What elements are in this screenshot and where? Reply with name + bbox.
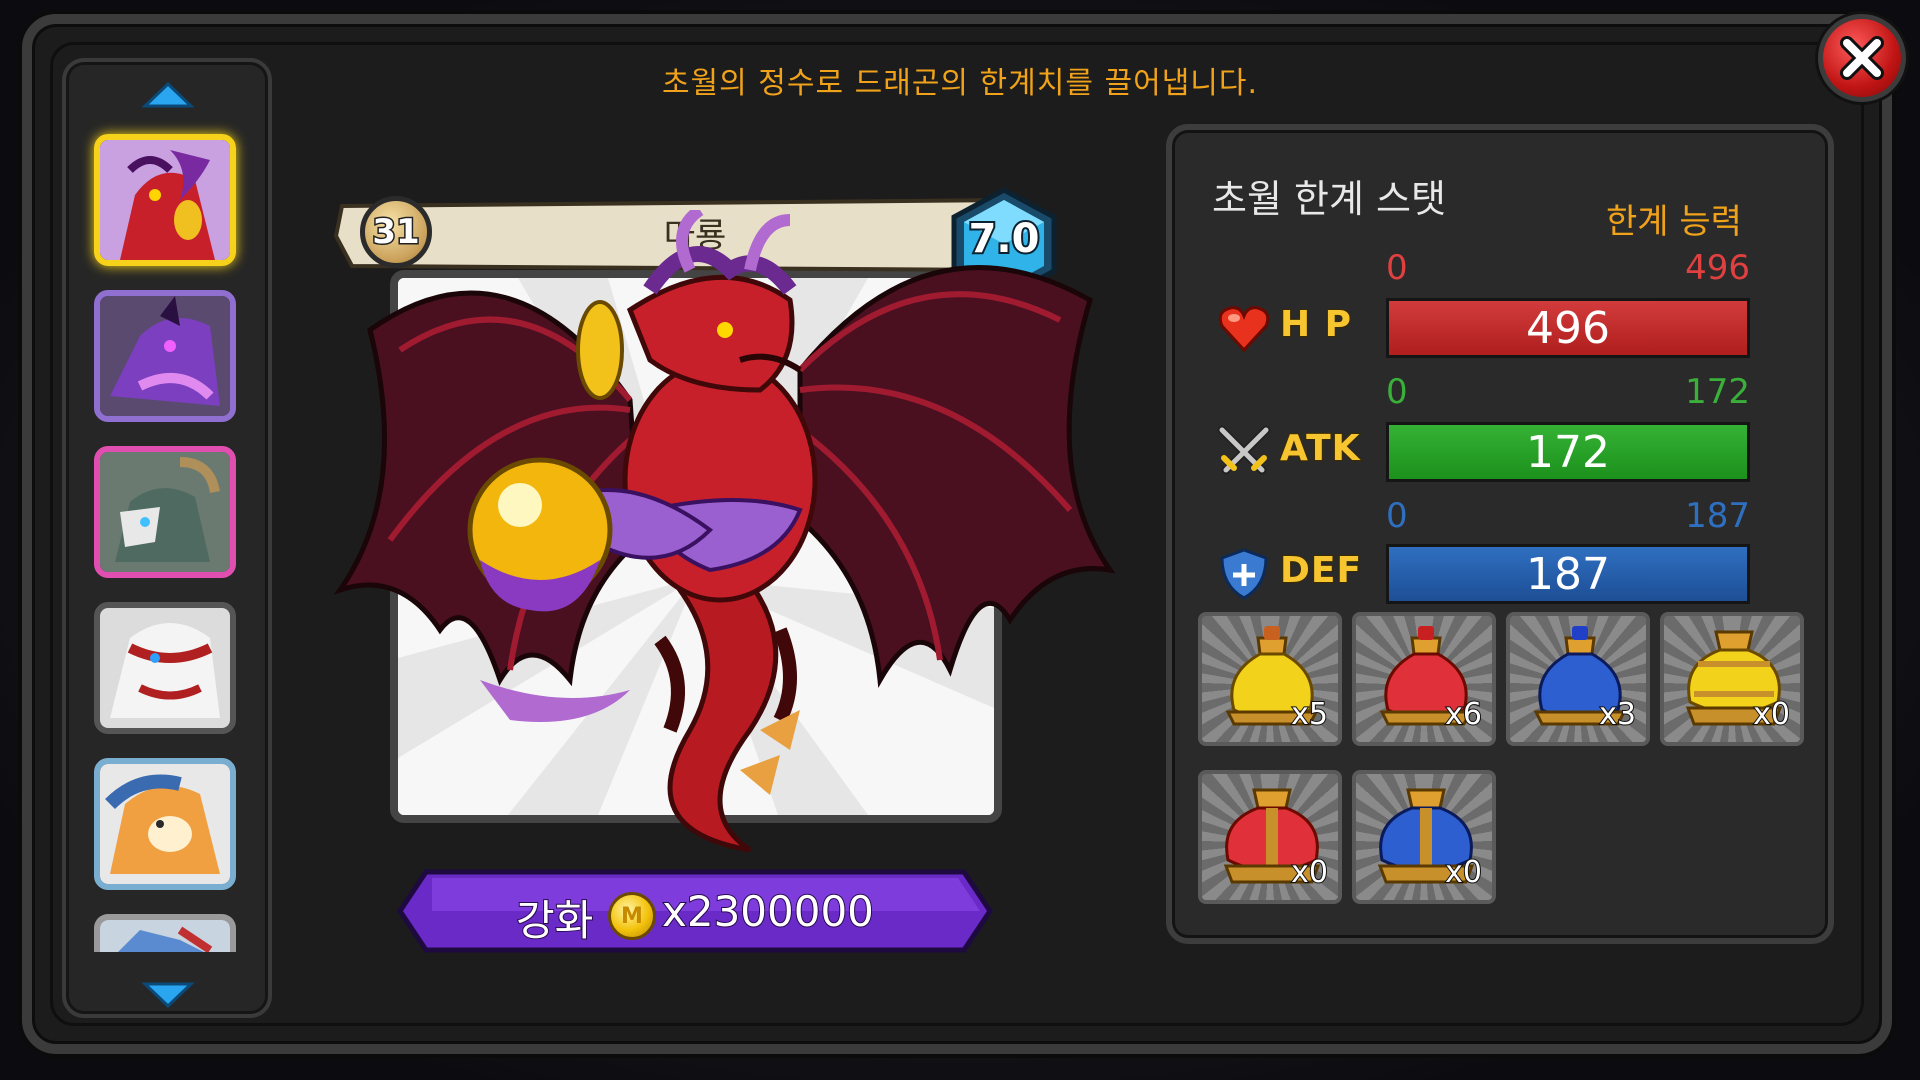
stat-panel-title: 초월 한계 스탯	[1212, 177, 1446, 221]
close-icon	[1840, 36, 1884, 80]
atk-range-min: 0	[1386, 372, 1408, 412]
roster-thumbnail-red-demon-dragon[interactable]	[94, 134, 236, 266]
item-count: x0	[1444, 854, 1483, 891]
roster-thumbnail-blue-red-dragon[interactable]	[94, 914, 236, 952]
item-count: x5	[1290, 696, 1329, 733]
atk-bar: 172	[1386, 422, 1750, 482]
def-range-min: 0	[1386, 496, 1408, 536]
red-demon-dragon-illustration	[333, 210, 1116, 853]
atk-range-max: 172	[1685, 372, 1750, 412]
enhance-label: 강화	[515, 895, 594, 946]
hp-range-max: 496	[1685, 248, 1750, 288]
item-count: x6	[1444, 696, 1483, 733]
item-slot-large-yellow-potion[interactable]: x0	[1660, 612, 1804, 746]
item-count: x0	[1752, 696, 1791, 733]
def-range-max: 187	[1685, 496, 1750, 536]
hp-bar: 496	[1386, 298, 1750, 358]
close-button[interactable]	[1818, 14, 1906, 102]
roster-thumbnail-purple-shadow-dragon[interactable]	[94, 290, 236, 422]
arrow-up-icon[interactable]	[141, 80, 195, 110]
hp-range-min: 0	[1386, 248, 1408, 288]
enhance-cost: x2300000	[661, 886, 875, 937]
item-count: x3	[1598, 696, 1637, 733]
roster-thumbnail-horned-skull-dragon[interactable]	[94, 446, 236, 578]
dialog-headline: 초월의 정수로 드래곤의 한계치를 끌어냅니다.	[661, 66, 1259, 101]
atk-label: ATK	[1279, 427, 1361, 470]
item-slot-red-potion[interactable]: x6	[1352, 612, 1496, 746]
item-slot-blue-potion[interactable]: x3	[1506, 612, 1650, 746]
roster-thumbnail-blue-orange-dragon[interactable]	[94, 758, 236, 890]
coin-icon: M	[608, 892, 656, 940]
item-slot-large-blue-potion[interactable]: x0	[1352, 770, 1496, 904]
crossed-swords-icon	[1217, 425, 1271, 475]
item-count: x0	[1290, 854, 1329, 891]
arrow-down-icon[interactable]	[141, 980, 195, 1010]
hp-label: H P	[1279, 303, 1353, 346]
heart-icon	[1218, 306, 1270, 353]
def-bar: 187	[1386, 544, 1750, 604]
item-slot-yellow-potion[interactable]: x5	[1198, 612, 1342, 746]
stat-panel-subtitle: 한계 능력	[1606, 202, 1742, 242]
def-label: DEF	[1279, 549, 1363, 592]
item-slot-large-red-potion[interactable]: x0	[1198, 770, 1342, 904]
roster-thumbnail-white-red-dragon[interactable]	[94, 602, 236, 734]
dragon-roster[interactable]	[62, 58, 272, 1018]
shield-icon	[1220, 548, 1268, 600]
